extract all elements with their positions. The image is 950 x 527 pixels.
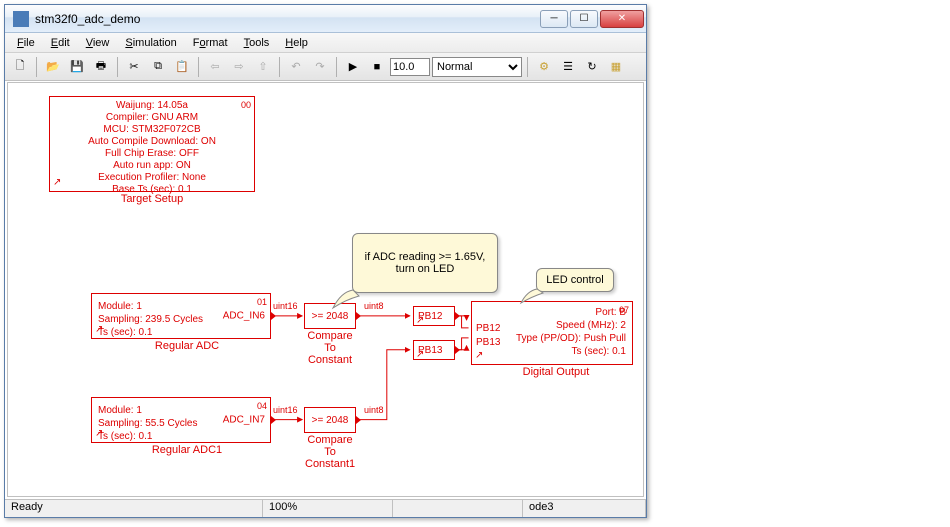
block-port-pb12[interactable]: PB12 ↗ — [413, 306, 455, 326]
cut-icon[interactable]: ✂ — [123, 56, 145, 78]
sim-mode-select[interactable]: Normal — [432, 57, 522, 77]
callout-adc-note[interactable]: if ADC reading >= 1.65V, turn on LED — [352, 233, 498, 293]
copy-icon[interactable]: ⧉ — [147, 56, 169, 78]
status-ready: Ready — [5, 500, 263, 517]
target-line: MCU: STM32F072CB — [50, 124, 254, 136]
link-flag-icon: ↗ — [95, 323, 103, 336]
undo-icon[interactable]: ↶ — [285, 56, 307, 78]
block-digital-output[interactable]: 07 Port: B Speed (MHz): 2 Type (PP/OD): … — [471, 301, 633, 365]
forward-icon[interactable]: ⇨ — [228, 56, 250, 78]
link-flag-icon: ↗ — [53, 177, 61, 189]
statusbar: Ready 100% ode3 — [5, 499, 646, 517]
paste-icon[interactable]: 📋 — [171, 56, 193, 78]
target-line: Compiler: GNU ARM — [50, 112, 254, 124]
link-flag-icon: ↗ — [416, 315, 424, 326]
signal-label: uint16 — [273, 301, 298, 311]
stop-icon[interactable]: ■ — [366, 56, 388, 78]
menu-format[interactable]: Format — [185, 35, 236, 51]
toolbar: 🗋 📂 💾 🖶 ✂ ⧉ 📋 ⇦ ⇨ ⇧ ↶ ↷ ▶ ■ Normal ⚙ ☰ ↻… — [5, 53, 646, 81]
menu-help[interactable]: Help — [277, 35, 316, 51]
block-regular-adc1[interactable]: 04 Module: 1 Sampling: 55.5 Cycles Ts (s… — [91, 397, 271, 443]
target-line: Auto run app: ON — [50, 160, 254, 172]
block-target-setup[interactable]: 00 Waijung: 14.05a Compiler: GNU ARM MCU… — [49, 96, 255, 192]
menu-tools[interactable]: Tools — [236, 35, 278, 51]
menu-simulation[interactable]: Simulation — [117, 35, 184, 51]
block-port-pb13[interactable]: PB13 ↗ — [413, 340, 455, 360]
menu-file[interactable]: File — [9, 35, 43, 51]
signal-label: uint8 — [364, 405, 384, 415]
menu-view[interactable]: View — [78, 35, 118, 51]
refresh-icon[interactable]: ↻ — [581, 56, 603, 78]
target-icon[interactable]: ☰ — [557, 56, 579, 78]
close-button[interactable]: ✕ — [600, 10, 644, 28]
target-line: Waijung: 14.05a — [50, 100, 254, 112]
target-line: Execution Profiler: None — [50, 172, 254, 184]
status-zoom: 100% — [263, 500, 393, 517]
minimize-button[interactable]: ─ — [540, 10, 568, 28]
window-title: stm32f0_adc_demo — [35, 12, 540, 26]
callout-led-note[interactable]: LED control — [536, 268, 614, 292]
model-canvas[interactable]: 00 Waijung: 14.05a Compiler: GNU ARM MCU… — [7, 82, 644, 497]
block-compare-constant1[interactable]: >= 2048 Compare To Constant1 — [304, 407, 356, 433]
target-line: Auto Compile Download: ON — [50, 136, 254, 148]
signal-label: uint16 — [273, 405, 298, 415]
link-flag-icon: ↗ — [475, 349, 483, 362]
save-icon[interactable]: 💾 — [66, 56, 88, 78]
sim-time-input[interactable] — [390, 58, 430, 76]
print-icon[interactable]: 🖶 — [90, 56, 112, 78]
menubar: File Edit View Simulation Format Tools H… — [5, 33, 646, 53]
app-window: stm32f0_adc_demo ─ ☐ ✕ File Edit View Si… — [4, 4, 647, 518]
open-icon[interactable]: 📂 — [42, 56, 64, 78]
block-regular-adc[interactable]: 01 Module: 1 Sampling: 239.5 Cycles Ts (… — [91, 293, 271, 339]
status-solver: ode3 — [523, 500, 646, 517]
menu-edit[interactable]: Edit — [43, 35, 78, 51]
target-line: Full Chip Erase: OFF — [50, 148, 254, 160]
build-icon[interactable]: ⚙ — [533, 56, 555, 78]
back-icon[interactable]: ⇦ — [204, 56, 226, 78]
app-icon — [13, 11, 29, 27]
new-icon[interactable]: 🗋 — [9, 56, 31, 78]
up-icon[interactable]: ⇧ — [252, 56, 274, 78]
redo-icon[interactable]: ↷ — [309, 56, 331, 78]
titlebar[interactable]: stm32f0_adc_demo ─ ☐ ✕ — [5, 5, 646, 33]
play-icon[interactable]: ▶ — [342, 56, 364, 78]
status-empty — [393, 500, 523, 517]
link-flag-icon: ↗ — [95, 427, 103, 440]
maximize-button[interactable]: ☐ — [570, 10, 598, 28]
link-flag-icon: ↗ — [416, 349, 424, 360]
library-icon[interactable]: ▦ — [605, 56, 627, 78]
